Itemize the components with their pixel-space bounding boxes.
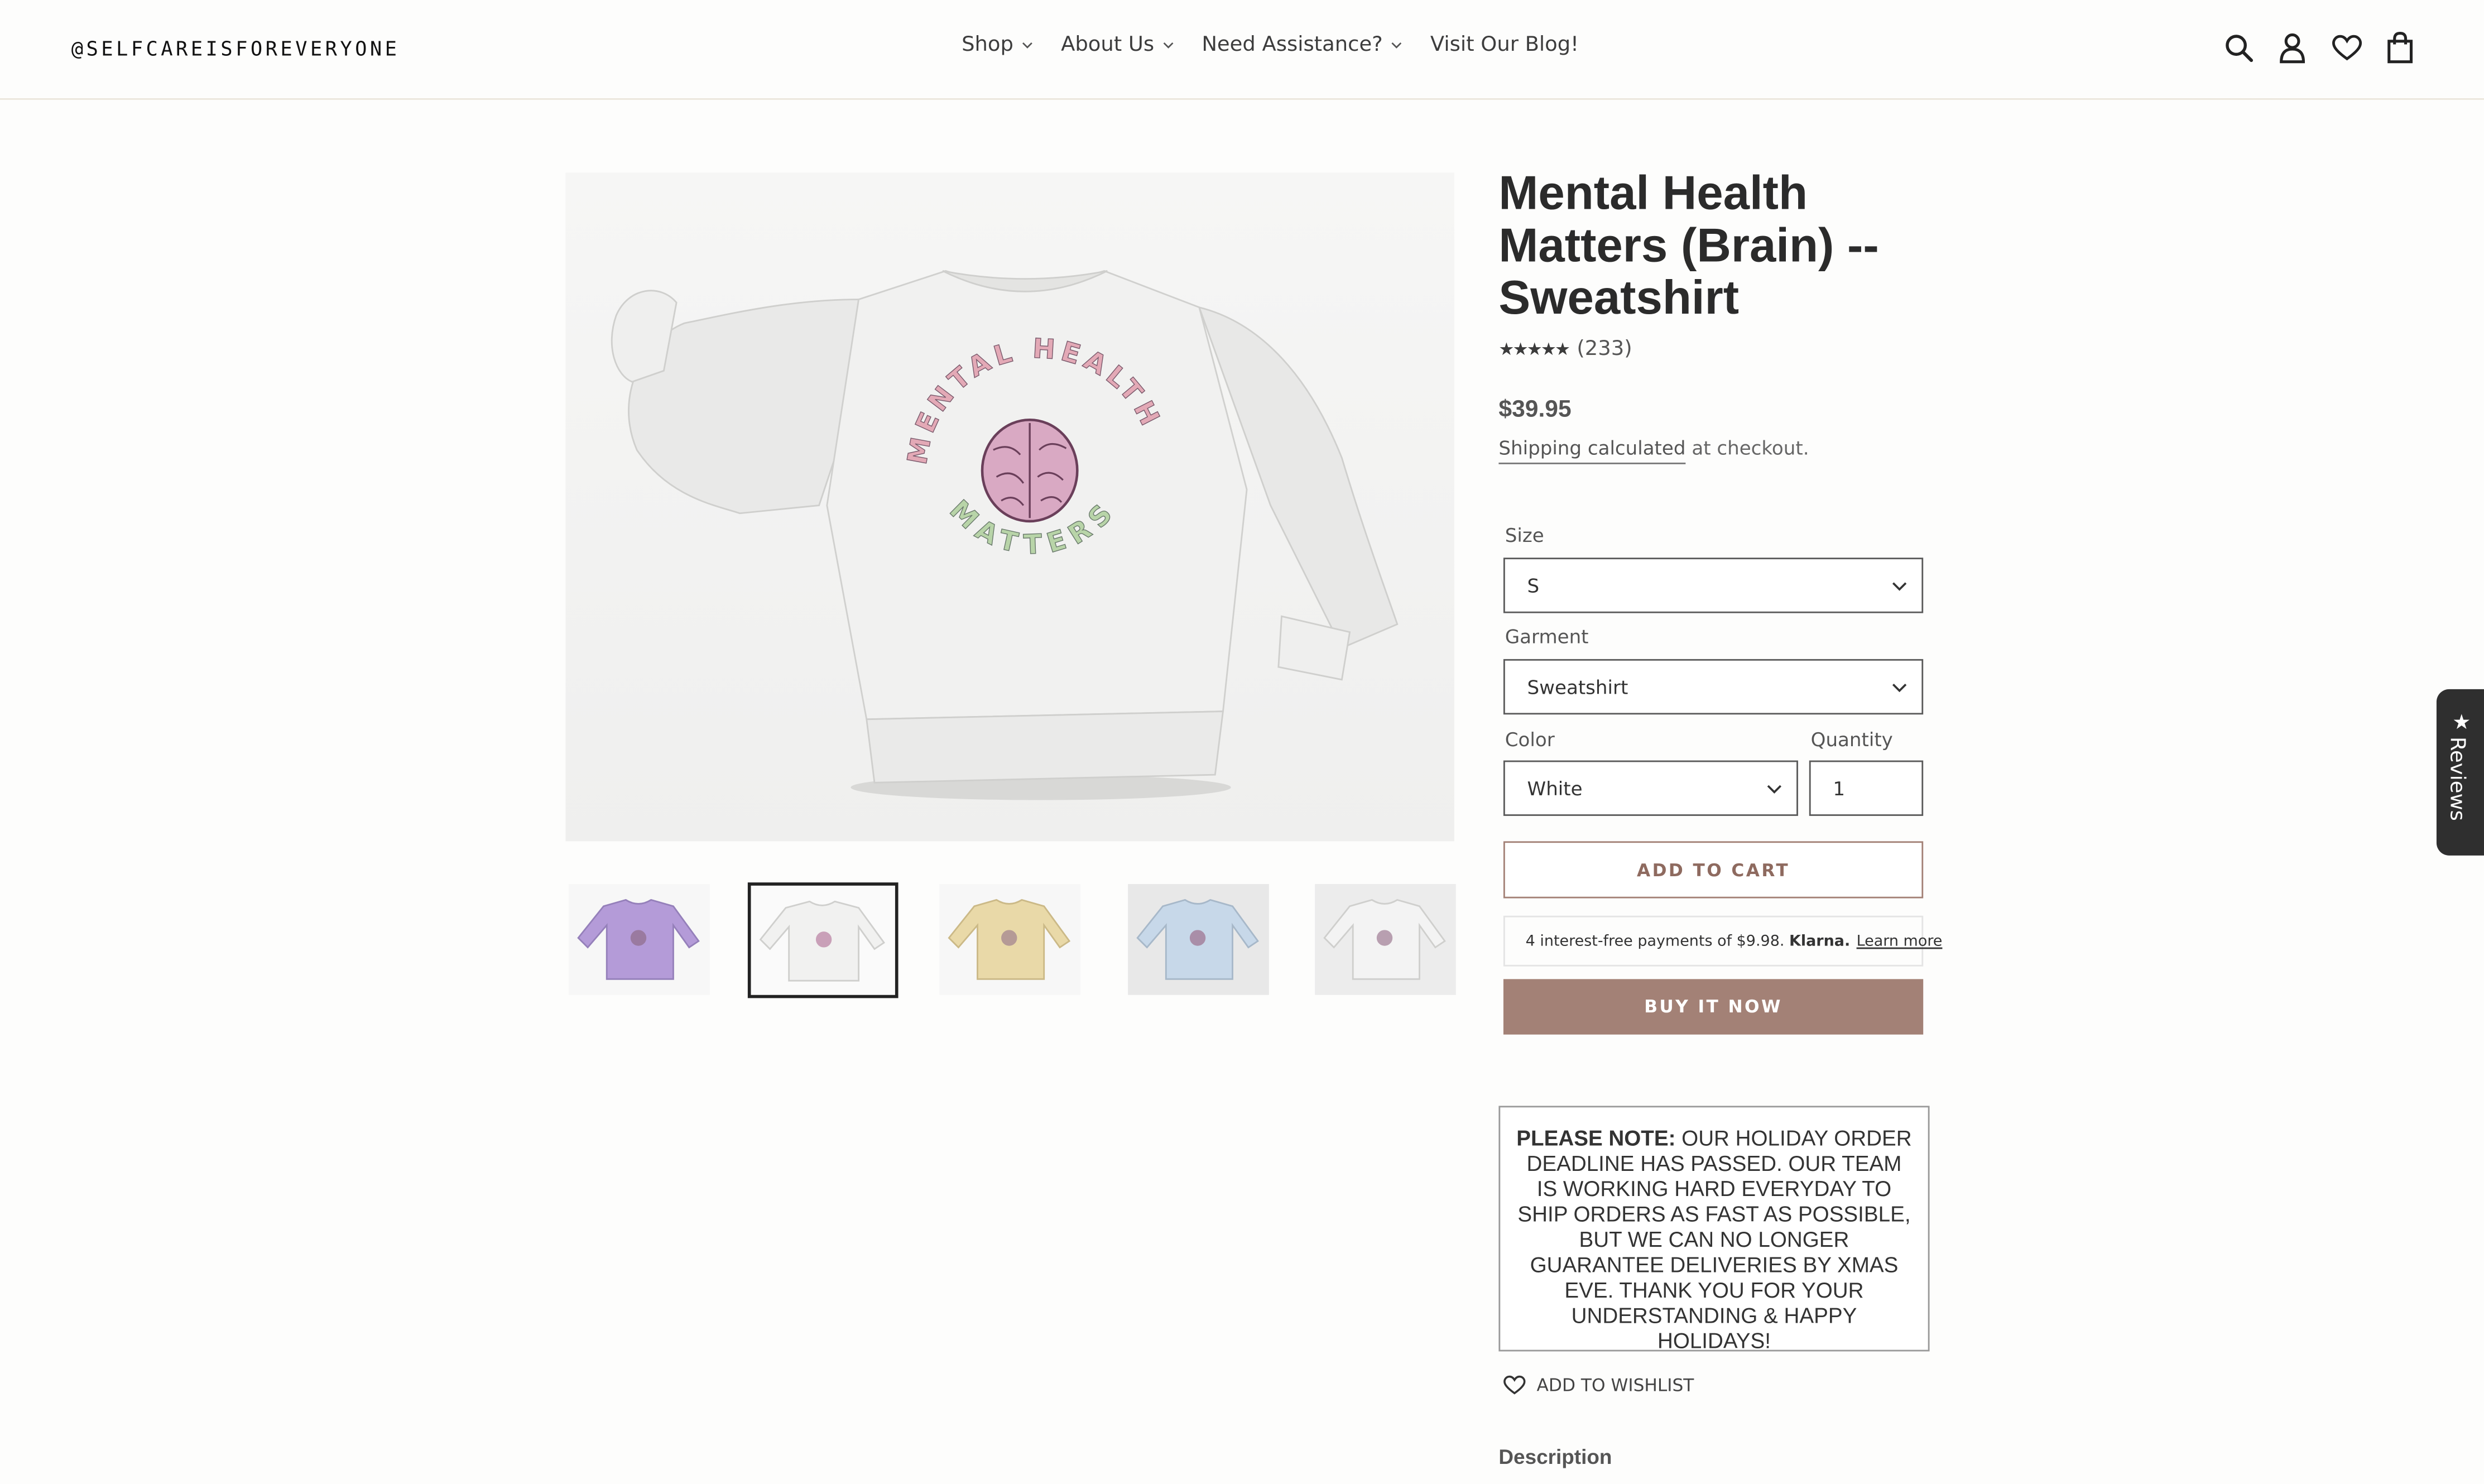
nav-blog[interactable]: Visit Our Blog! xyxy=(1430,33,1579,57)
thumbnail-white[interactable] xyxy=(747,882,899,998)
sweatshirt-illustration: MENTAL HEALTH MATTERS xyxy=(565,172,1454,842)
nav-need-assistance[interactable]: Need Assistance? xyxy=(1202,33,1401,57)
klarna-brand: Klarna. xyxy=(1789,932,1851,950)
chevron-down-icon xyxy=(1767,785,1782,794)
nav-shop[interactable]: Shop xyxy=(962,33,1032,57)
product-price: $39.95 xyxy=(1498,396,1572,423)
add-to-cart-button[interactable]: ADD TO CART xyxy=(1503,841,1924,899)
chevron-down-icon xyxy=(1892,582,1907,591)
garment-select-value: Sweatshirt xyxy=(1527,675,1628,698)
garment-label: Garment xyxy=(1505,626,1589,649)
quantity-input[interactable]: 1 xyxy=(1809,760,1924,816)
thumbnail-light-gray[interactable] xyxy=(1315,883,1456,995)
notice-heading: PLEASE NOTE: xyxy=(1516,1126,1676,1150)
shipping-rest-text: at checkout. xyxy=(1685,437,1809,460)
chevron-down-icon xyxy=(1391,42,1401,49)
buy-it-now-button[interactable]: BUY IT NOW xyxy=(1503,979,1924,1035)
review-count: (233) xyxy=(1577,337,1632,362)
nav-need-assistance-label: Need Assistance? xyxy=(1202,33,1383,57)
shipping-calculated-link[interactable]: Shipping calculated xyxy=(1498,437,1686,464)
color-select[interactable]: White xyxy=(1503,760,1798,816)
heart-icon xyxy=(1503,1375,1526,1395)
nav-about-us[interactable]: About Us xyxy=(1061,33,1173,57)
brain-graphic xyxy=(981,418,1079,523)
wishlist-label: ADD TO WISHLIST xyxy=(1536,1375,1694,1396)
nav-blog-label: Visit Our Blog! xyxy=(1430,33,1579,57)
klarna-learn-more-link[interactable]: Learn more xyxy=(1857,933,1943,950)
klarna-banner: 4 interest-free payments of $9.98. Klarn… xyxy=(1503,915,1942,967)
star-icon: ★ xyxy=(2452,711,2471,736)
quantity-label: Quantity xyxy=(1810,728,1893,751)
shipping-note: Shipping calculated at checkout. xyxy=(1498,437,1809,464)
site-logo[interactable]: @SELFCAREISFOREVERYONE xyxy=(71,36,400,60)
main-nav: Shop About Us Need Assistance? Visit Our… xyxy=(962,33,1607,57)
search-icon[interactable] xyxy=(2223,30,2255,65)
heart-icon[interactable] xyxy=(2331,30,2362,65)
thumbnail-lavender[interactable] xyxy=(569,883,710,995)
notice-text: OUR HOLIDAY ORDER DEADLINE HAS PASSED. O… xyxy=(1517,1126,1912,1353)
thumbnail-cream[interactable] xyxy=(939,883,1080,995)
size-select[interactable]: S xyxy=(1503,558,1924,613)
add-to-wishlist-button[interactable]: ADD TO WISHLIST xyxy=(1503,1375,1694,1396)
holiday-notice: PLEASE NOTE: OUR HOLIDAY ORDER DEADLINE … xyxy=(1498,1106,1930,1353)
reviews-tab-label: Reviews xyxy=(2444,736,2468,821)
garment-select[interactable]: Sweatshirt xyxy=(1503,659,1924,715)
thumbnail-light-blue[interactable] xyxy=(1128,883,1269,995)
size-label: Size xyxy=(1505,524,1544,547)
description-heading[interactable]: Description xyxy=(1498,1445,1612,1469)
nav-about-us-label: About Us xyxy=(1061,33,1155,57)
color-label: Color xyxy=(1505,728,1555,751)
rating-stars: ★★★★★ xyxy=(1498,339,1570,360)
account-icon[interactable] xyxy=(2276,30,2308,65)
chevron-down-icon xyxy=(1892,684,1907,693)
chevron-down-icon xyxy=(1162,42,1173,49)
thumbnail-strip xyxy=(565,882,1456,998)
nav-shop-label: Shop xyxy=(962,33,1013,57)
product-title: Mental Health Matters (Brain) -- Sweatsh… xyxy=(1498,167,1879,325)
size-select-value: S xyxy=(1527,574,1540,597)
reviews-side-tab[interactable]: ★ Reviews xyxy=(2436,689,2484,856)
product-rating[interactable]: ★★★★★ (233) xyxy=(1498,338,1632,362)
site-header: @SELFCAREISFOREVERYONE Shop About Us Nee… xyxy=(0,0,2484,100)
product-main-image[interactable]: MENTAL HEALTH MATTERS xyxy=(565,172,1454,842)
cart-icon[interactable] xyxy=(2384,30,2416,65)
header-icons xyxy=(2223,30,2416,65)
klarna-text: 4 interest-free payments of $9.98. xyxy=(1525,932,1785,950)
chevron-down-icon xyxy=(1022,42,1032,49)
color-select-value: White xyxy=(1527,777,1583,800)
